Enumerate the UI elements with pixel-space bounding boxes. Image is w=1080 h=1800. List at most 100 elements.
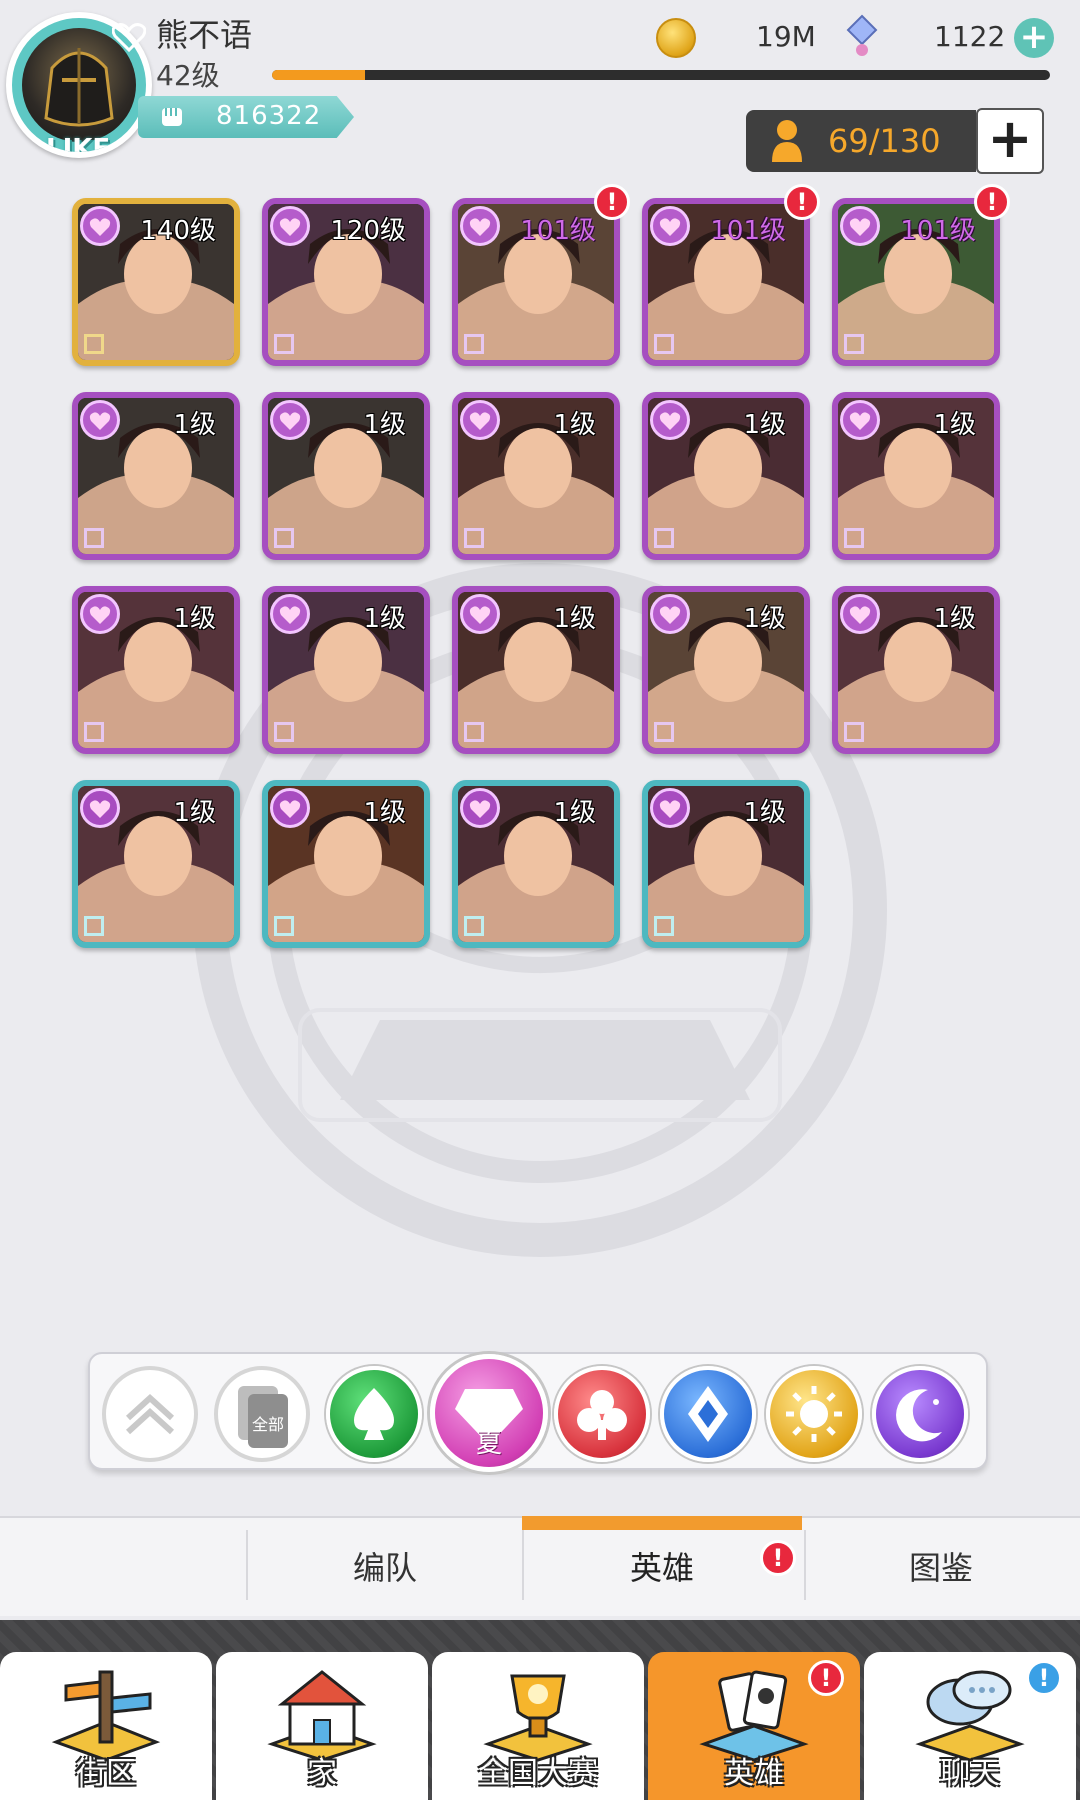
rarity-corner-icon [844, 528, 864, 548]
favorite-heart-icon [80, 400, 120, 440]
hero-level: 101级 [900, 216, 976, 246]
heart-icon [112, 23, 146, 52]
expand-roster-button[interactable]: + [976, 108, 1044, 174]
hero-level: 1级 [173, 604, 216, 634]
hero-card[interactable]: 140级 [72, 198, 240, 366]
favorite-heart-icon [270, 206, 310, 246]
tab-formation[interactable]: 编队 [250, 1518, 520, 1618]
hero-card[interactable]: 120级 [262, 198, 430, 366]
hero-card[interactable]: 1级 [72, 392, 240, 560]
player-level: 42级 [156, 59, 220, 92]
hero-card[interactable]: 1级 [262, 586, 430, 754]
rarity-corner-icon [274, 916, 294, 936]
hero-cards-icon [699, 1670, 809, 1762]
filter-diamond-label: 夏 [475, 1429, 502, 1459]
tab-divider [804, 1530, 806, 1600]
hero-card[interactable]: 1级 [262, 392, 430, 560]
nav-national-tournament-label: 全国大赛 [478, 1756, 598, 1791]
hero-level: 1级 [553, 410, 596, 440]
nav-national-tournament[interactable]: 全国大赛 [432, 1652, 644, 1800]
favorite-heart-icon [840, 594, 880, 634]
nav-home-label: 家 [307, 1756, 337, 1791]
hero-level: 1级 [363, 410, 406, 440]
collapse-filter-button[interactable] [102, 1366, 198, 1462]
hero-card[interactable]: 1级 [642, 780, 810, 948]
spade-icon [354, 1388, 394, 1440]
tab-heroes-alert-badge: ! [760, 1540, 796, 1576]
rarity-corner-icon [464, 722, 484, 742]
favorite-heart-icon [270, 788, 310, 828]
hero-alert-badge: ! [784, 184, 820, 220]
rarity-corner-icon [84, 722, 104, 742]
combat-power-badge: 816322 [138, 96, 354, 138]
hero-level: 1级 [173, 410, 216, 440]
rarity-corner-icon [274, 528, 294, 548]
tab-codex[interactable]: 图鉴 [806, 1518, 1076, 1618]
hero-card[interactable]: 101级 [642, 198, 810, 366]
signpost-icon [51, 1670, 161, 1762]
favorite-heart-icon [80, 594, 120, 634]
element-filter-bar: 全部 夏 [88, 1352, 988, 1472]
hero-card[interactable]: 1级 [262, 780, 430, 948]
favorite-heart-icon [650, 206, 690, 246]
favorite-heart-icon [460, 788, 500, 828]
hero-card[interactable]: 1级 [452, 780, 620, 948]
hero-level: 1级 [363, 798, 406, 828]
active-tab-indicator [522, 1516, 802, 1530]
rhombus-icon [688, 1386, 728, 1442]
nav-street[interactable]: 街区 [0, 1652, 212, 1800]
filter-all-button[interactable]: 全部 [214, 1366, 310, 1462]
rarity-corner-icon [654, 528, 674, 548]
roster-count-text: 69/130 [828, 122, 941, 160]
moon-icon [896, 1389, 942, 1442]
hero-card[interactable]: 1级 [642, 586, 810, 754]
filter-spade-button[interactable] [326, 1366, 422, 1462]
favorite-heart-icon [80, 206, 120, 246]
rarity-corner-icon [844, 334, 864, 354]
chevron-up-icon [125, 1393, 175, 1435]
add-gems-button[interactable]: + [1014, 18, 1054, 58]
hero-card[interactable]: 1级 [642, 392, 810, 560]
club-icon [577, 1390, 627, 1440]
combat-power-value: 816322 [216, 101, 322, 131]
hero-card[interactable]: 1级 [72, 586, 240, 754]
favorite-heart-icon [460, 206, 500, 246]
bottom-navigation: 街区 家 全国大赛 英雄 聊天 [0, 1620, 1080, 1800]
favorite-heart-icon [840, 206, 880, 246]
hero-card[interactable]: 1级 [832, 586, 1000, 754]
filter-all-label: 全部 [252, 1415, 284, 1434]
filter-club-button[interactable] [554, 1366, 650, 1462]
hero-card[interactable]: 1级 [452, 392, 620, 560]
tab-heroes[interactable]: 英雄 [522, 1518, 802, 1618]
hero-card[interactable]: 1级 [832, 392, 1000, 560]
hero-level: 1级 [743, 410, 786, 440]
favorite-heart-icon [80, 788, 120, 828]
rarity-corner-icon [84, 916, 104, 936]
rarity-corner-icon [654, 722, 674, 742]
rarity-corner-icon [654, 916, 674, 936]
favorite-heart-icon [270, 400, 310, 440]
gem-icon [846, 14, 878, 56]
rarity-corner-icon [274, 722, 294, 742]
fist-icon [162, 108, 182, 126]
hero-level: 1级 [173, 798, 216, 828]
hero-card[interactable]: 1级 [452, 586, 620, 754]
trophy-icon [483, 1674, 593, 1762]
nav-chat-label: 聊天 [940, 1756, 1000, 1791]
coin-icon [656, 18, 696, 58]
hero-card[interactable]: 1级 [72, 780, 240, 948]
nav-home[interactable]: 家 [216, 1652, 428, 1800]
hero-card[interactable]: 101级 [452, 198, 620, 366]
hero-subtabs: 编队 英雄 图鉴 [0, 1516, 1080, 1616]
gem-amount: 1122 [934, 20, 1006, 53]
rarity-corner-icon [844, 722, 864, 742]
filter-rhombus-button[interactable] [660, 1366, 756, 1462]
filter-diamond-button-selected[interactable]: 夏 [430, 1354, 548, 1472]
hero-card[interactable]: 101级 [832, 198, 1000, 366]
favorite-heart-icon [460, 400, 500, 440]
sun-icon [786, 1386, 842, 1442]
nav-street-label: 街区 [76, 1756, 136, 1791]
filter-moon-button[interactable] [872, 1366, 968, 1462]
filter-sun-button[interactable] [766, 1366, 862, 1462]
favorite-heart-icon [460, 594, 500, 634]
